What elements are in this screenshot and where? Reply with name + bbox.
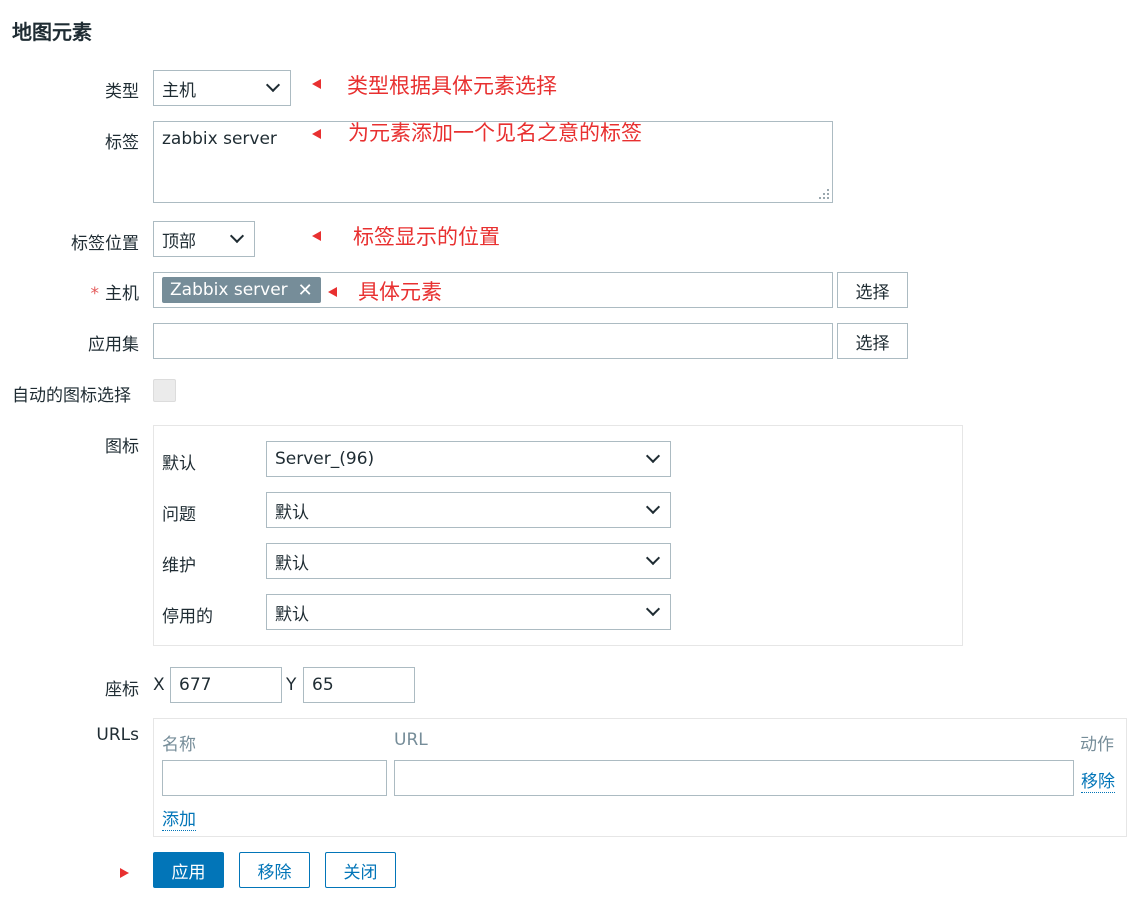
url-input[interactable] — [394, 760, 1074, 796]
chevron-down-icon — [645, 499, 661, 515]
chevron-down-icon — [645, 448, 661, 464]
application-input[interactable] — [153, 323, 833, 359]
coord-x-value: 677 — [179, 675, 212, 695]
host-select-button[interactable]: 选择 — [837, 272, 908, 308]
label-location-label: 标签位置 — [71, 234, 139, 254]
close-icon[interactable]: ✕ — [298, 280, 313, 301]
icon-disabled-label: 停用的 — [162, 607, 213, 627]
icon-disabled-value: 默认 — [275, 604, 309, 625]
icon-default-label: 默认 — [162, 454, 196, 474]
coord-x-label: X — [153, 675, 165, 695]
icon-default-select[interactable]: Server_(96) — [266, 441, 671, 477]
label-location-select[interactable]: 顶部 — [153, 221, 255, 257]
annotation-arrow-icon — [120, 868, 129, 878]
icon-maintenance-label: 维护 — [162, 556, 196, 576]
host-tag: Zabbix server ✕ — [162, 277, 321, 303]
icon-problem-label: 问题 — [162, 505, 196, 525]
coordinates-label: 座标 — [105, 680, 139, 700]
host-label: * 主机 — [91, 279, 140, 304]
icon-default-value: Server_(96) — [275, 449, 375, 469]
chevron-down-icon — [265, 77, 281, 93]
annotation-arrow-icon — [312, 79, 321, 89]
annotation-arrow-icon — [328, 287, 337, 297]
type-label: 类型 — [105, 82, 139, 102]
url-remove-link[interactable]: 移除 — [1081, 767, 1115, 793]
application-label: 应用集 — [88, 335, 139, 355]
required-marker: * — [90, 284, 100, 304]
remove-button[interactable]: 移除 — [239, 852, 310, 888]
annotation-label-location: 标签显示的位置 — [353, 225, 500, 249]
auto-icon-label: 自动的图标选择 — [12, 386, 131, 406]
icon-maintenance-select[interactable]: 默认 — [266, 543, 671, 579]
annotation-type: 类型根据具体元素选择 — [347, 74, 557, 98]
icon-maintenance-value: 默认 — [275, 553, 309, 574]
icon-disabled-select[interactable]: 默认 — [266, 594, 671, 630]
apply-button[interactable]: 应用 — [153, 852, 224, 888]
annotation-arrow-icon — [312, 129, 321, 139]
label-textarea-value: zabbix server — [162, 129, 277, 149]
urls-col-name: 名称 — [162, 735, 196, 755]
urls-label: URLs — [96, 725, 139, 745]
coord-y-label: Y — [286, 675, 297, 695]
host-multiselect[interactable]: Zabbix server ✕ — [153, 272, 833, 308]
label-location-value: 顶部 — [162, 231, 196, 252]
auto-icon-checkbox[interactable] — [153, 379, 176, 402]
icons-label: 图标 — [105, 437, 139, 457]
url-name-input[interactable] — [162, 760, 387, 796]
resize-handle-icon[interactable] — [819, 189, 829, 199]
chevron-down-icon — [645, 550, 661, 566]
icon-problem-select[interactable]: 默认 — [266, 492, 671, 528]
urls-col-url: URL — [394, 730, 428, 750]
coord-x-input[interactable]: 677 — [170, 667, 282, 703]
host-tag-label: Zabbix server — [170, 280, 288, 300]
label-label: 标签 — [105, 133, 139, 153]
host-label-text: 主机 — [105, 284, 139, 304]
page-title: 地图元素 — [12, 20, 92, 44]
url-add-link[interactable]: 添加 — [162, 805, 196, 831]
type-select-value: 主机 — [162, 80, 196, 101]
annotation-arrow-icon — [312, 231, 321, 241]
application-select-button[interactable]: 选择 — [837, 323, 908, 359]
chevron-down-icon — [229, 228, 245, 244]
coord-y-value: 65 — [312, 675, 334, 695]
urls-col-action: 动作 — [1080, 735, 1114, 755]
coord-y-input[interactable]: 65 — [303, 667, 415, 703]
close-button[interactable]: 关闭 — [325, 852, 396, 888]
annotation-host: 具体元素 — [358, 280, 442, 304]
chevron-down-icon — [645, 601, 661, 617]
icon-problem-value: 默认 — [275, 502, 309, 523]
type-select[interactable]: 主机 — [153, 70, 291, 106]
annotation-label: 为元素添加一个见名之意的标签 — [348, 121, 642, 145]
